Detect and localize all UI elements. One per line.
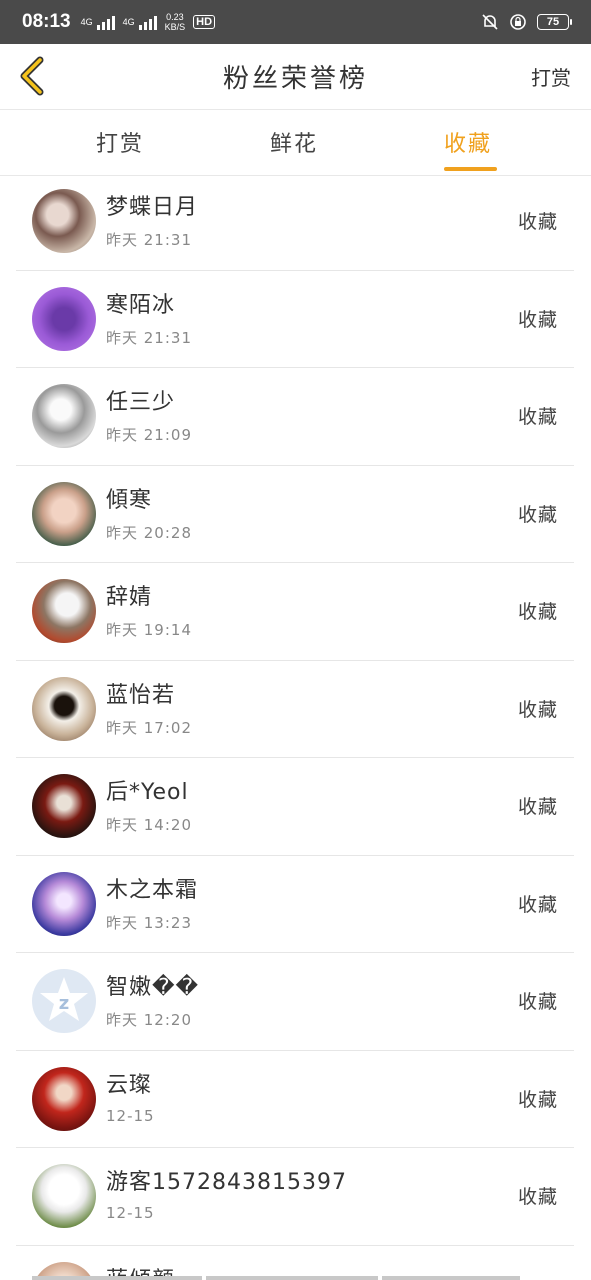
avatar[interactable]: z [32, 969, 96, 1033]
timestamp: 12-15 [106, 1204, 155, 1222]
avatar[interactable] [32, 384, 96, 448]
avatar[interactable] [32, 189, 96, 253]
timestamp: 昨天 17:02 [106, 718, 192, 737]
list-item[interactable]: 梦蝶日月 昨天 21:31 收藏 [16, 173, 574, 271]
user-name: 任三少 [106, 390, 176, 415]
list-item[interactable]: 蓝倾颜 [16, 1246, 574, 1280]
action-type: 收藏 [517, 1088, 558, 1111]
timestamp: 昨天 20:28 [106, 523, 192, 542]
signal-icon [96, 14, 115, 30]
list-item[interactable]: 辞婧 昨天 19:14 收藏 [16, 563, 574, 661]
timestamp: 昨天 21:09 [106, 426, 192, 444]
top-nav-bar: 粉丝荣誉榜 打赏 [0, 44, 591, 110]
avatar[interactable] [32, 871, 96, 936]
rotation-lock-icon [510, 14, 526, 30]
list-item[interactable]: 云璨 12-15 收藏 [16, 1051, 574, 1148]
avatar[interactable] [32, 1066, 96, 1131]
tab-favorites[interactable]: 收藏 [444, 126, 492, 158]
action-type: 收藏 [517, 308, 558, 331]
list-item[interactable]: 后*Yeol 昨天 14:20 收藏 [16, 758, 574, 856]
action-type: 收藏 [517, 893, 558, 916]
action-type: 收藏 [517, 503, 558, 526]
list-item[interactable]: 任三少 昨天 21:09 收藏 [16, 368, 574, 466]
back-arrow-icon[interactable] [14, 54, 54, 98]
avatar[interactable] [32, 774, 96, 838]
timestamp: 昨天 21:31 [106, 328, 192, 347]
svg-text:z: z [59, 993, 69, 1014]
bottom-scroll-indicator [0, 1276, 591, 1280]
action-type: 收藏 [517, 796, 558, 818]
avatar[interactable] [32, 676, 96, 741]
tab-tip[interactable]: 打赏 [96, 126, 144, 158]
user-name: 傾寒 [106, 487, 153, 513]
timestamp: 昨天 19:14 [106, 621, 192, 639]
signal-icon-2 [138, 14, 157, 30]
default-avatar-icon: z [40, 977, 88, 1021]
active-tab-indicator [444, 167, 497, 171]
list-item[interactable]: z 智嫩�� 昨天 12:20 收藏 [16, 953, 574, 1051]
timestamp: 昨天 13:23 [106, 913, 192, 932]
hd-badge: HD [193, 15, 216, 29]
tab-flowers[interactable]: 鲜花 [270, 126, 318, 158]
list-item[interactable]: 游客1572843815397 12-15 收藏 [16, 1148, 574, 1246]
tab-bar: 打赏 鲜花 收藏 [0, 110, 591, 176]
user-name: 辞婧 [106, 585, 153, 610]
status-bar: 08:13 4G 4G 0.23 KB/S HD 75 [0, 0, 591, 44]
timestamp: 昨天 21:31 [106, 231, 192, 249]
tip-button[interactable]: 打赏 [531, 62, 571, 91]
action-type: 收藏 [517, 406, 558, 428]
timestamp: 昨天 12:20 [106, 1011, 192, 1029]
user-name: 梦蝶日月 [106, 195, 199, 220]
user-name: 木之本霜 [106, 877, 199, 903]
user-name: 寒陌冰 [106, 292, 176, 318]
action-type: 收藏 [517, 991, 558, 1013]
network-type-1: 4G [80, 16, 93, 27]
user-name: 智嫩�� [106, 975, 200, 1000]
timestamp: 12-15 [106, 1106, 155, 1125]
list-item[interactable]: 蓝怡若 昨天 17:02 收藏 [16, 661, 574, 758]
user-name: 后*Yeol [106, 780, 189, 805]
page-title: 粉丝荣誉榜 [222, 64, 368, 94]
list-item[interactable]: 傾寒 昨天 20:28 收藏 [16, 466, 574, 563]
action-type: 收藏 [517, 1186, 558, 1208]
list-item[interactable]: 木之本霜 昨天 13:23 收藏 [16, 856, 574, 953]
user-name: 云璨 [106, 1072, 153, 1098]
action-type: 收藏 [517, 601, 558, 623]
network-type-2: 4G [122, 16, 135, 27]
list-item[interactable]: 寒陌冰 昨天 21:31 收藏 [16, 271, 574, 368]
mute-bell-icon [482, 14, 498, 30]
avatar[interactable] [32, 481, 96, 546]
avatar[interactable] [32, 286, 96, 351]
network-speed: 0.23 KB/S [164, 12, 186, 32]
timestamp: 昨天 14:20 [106, 816, 192, 834]
user-name: 蓝怡若 [106, 682, 176, 708]
avatar[interactable] [32, 579, 96, 643]
fan-list: 梦蝶日月 昨天 21:31 收藏 寒陌冰 昨天 21:31 收藏 任三少 昨天 … [16, 173, 574, 1280]
action-type: 收藏 [517, 698, 558, 721]
user-name: 游客1572843815397 [106, 1170, 347, 1195]
status-time: 08:13 [22, 11, 71, 32]
avatar[interactable] [32, 1164, 96, 1228]
action-type: 收藏 [517, 211, 558, 233]
battery-icon: 75 [537, 14, 572, 30]
